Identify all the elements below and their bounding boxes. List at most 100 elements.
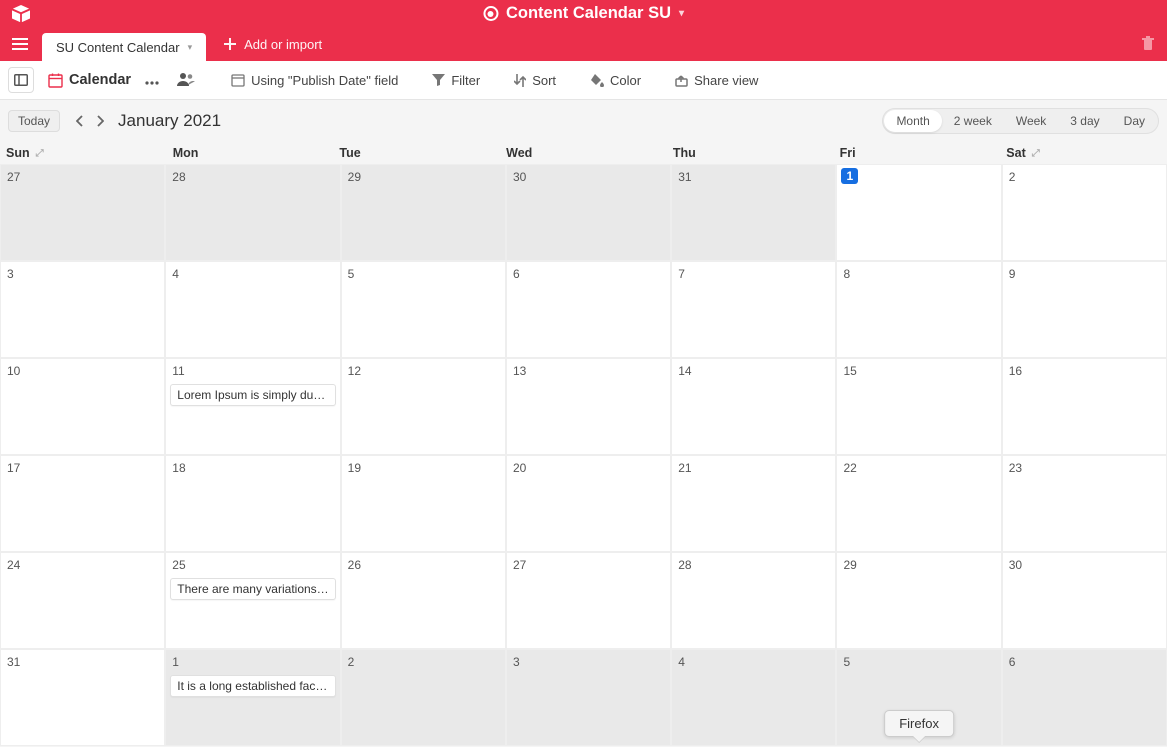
chevron-down-icon: ▾ (188, 42, 193, 53)
calendar-cell[interactable]: 31 (671, 164, 836, 261)
range-3day[interactable]: 3 day (1058, 110, 1111, 132)
calendar-cell[interactable]: 28 (671, 552, 836, 649)
range-2week[interactable]: 2 week (942, 110, 1004, 132)
day-number: 9 (1007, 265, 1018, 283)
calendar-cell[interactable]: 24 (0, 552, 165, 649)
color-label: Color (610, 73, 641, 88)
calendar-cell[interactable]: 21 (671, 455, 836, 552)
table-tab[interactable]: SU Content Calendar ▾ (42, 33, 206, 61)
range-week[interactable]: Week (1004, 110, 1058, 132)
day-number: 15 (841, 362, 858, 380)
filter-icon (432, 74, 445, 86)
calendar-cell[interactable]: 27 (0, 164, 165, 261)
calendar-cell[interactable]: 15 (836, 358, 1001, 455)
day-number: 14 (676, 362, 693, 380)
calendar-cell[interactable]: 13 (506, 358, 671, 455)
calendar-cell[interactable]: 31 (0, 649, 165, 746)
collaborators-icon[interactable] (169, 72, 203, 89)
calendar-icon (48, 73, 63, 88)
toggle-sidebar-button[interactable] (8, 67, 34, 93)
view-name-label: Calendar (69, 72, 131, 88)
calendar-cell[interactable]: 1 (836, 164, 1001, 261)
day-number: 22 (841, 459, 858, 477)
calendar-cell[interactable]: 11Lorem Ipsum is simply du… (165, 358, 340, 455)
calendar-cell[interactable]: 27 (506, 552, 671, 649)
tooltip: Firefox (884, 710, 954, 737)
day-number: 26 (346, 556, 363, 574)
day-header-thu: Thu (667, 142, 834, 164)
range-day[interactable]: Day (1112, 110, 1157, 132)
next-month-button[interactable] (90, 111, 110, 131)
date-field-button[interactable]: Using "Publish Date" field (223, 69, 406, 92)
color-button[interactable]: Color (582, 69, 649, 92)
calendar-cell[interactable]: 8 (836, 261, 1001, 358)
calendar-event[interactable]: There are many variations… (170, 578, 335, 600)
sort-button[interactable]: Sort (506, 69, 564, 92)
day-number: 5 (841, 653, 852, 671)
calendar-cell[interactable]: 28 (165, 164, 340, 261)
app-logo-icon[interactable] (10, 5, 32, 23)
calendar-cell[interactable]: 10 (0, 358, 165, 455)
trash-icon[interactable] (1141, 35, 1155, 53)
calendar-cell[interactable]: 30 (506, 164, 671, 261)
calendar-cell[interactable]: 20 (506, 455, 671, 552)
filter-label: Filter (451, 73, 480, 88)
expand-icon[interactable]: ⤢ (1032, 148, 1040, 159)
calendar-cell[interactable]: 25There are many variations… (165, 552, 340, 649)
day-header-sun: Sun⤢ (0, 142, 167, 164)
day-number: 18 (170, 459, 187, 477)
day-number: 2 (346, 653, 357, 671)
calendar-cell[interactable]: 4 (165, 261, 340, 358)
calendar-cell[interactable]: 22 (836, 455, 1001, 552)
calendar-cell[interactable]: 16 (1002, 358, 1167, 455)
calendar-cell[interactable]: 26 (341, 552, 506, 649)
calendar-cell[interactable]: 23 (1002, 455, 1167, 552)
calendar-cell[interactable]: 18 (165, 455, 340, 552)
calendar-cell[interactable]: 3 (0, 261, 165, 358)
share-view-button[interactable]: Share view (667, 69, 766, 92)
workspace-title[interactable]: Content Calendar SU ▾ (483, 4, 684, 23)
day-number: 29 (346, 168, 363, 186)
calendar-cell[interactable]: 4 (671, 649, 836, 746)
calendar-range-switch: Month 2 week Week 3 day Day (882, 108, 1159, 134)
calendar-cell[interactable]: 29 (341, 164, 506, 261)
calendar-cell[interactable]: 30 (1002, 552, 1167, 649)
calendar-cell[interactable]: 2 (1002, 164, 1167, 261)
view-more-icon[interactable] (139, 73, 165, 88)
day-number: 28 (170, 168, 187, 186)
share-icon (675, 74, 688, 87)
day-number: 19 (346, 459, 363, 477)
calendar-cell[interactable]: 5 (341, 261, 506, 358)
calendar-cell[interactable]: 14 (671, 358, 836, 455)
calendar-event[interactable]: Lorem Ipsum is simply du… (170, 384, 335, 406)
expand-icon[interactable]: ⤢ (36, 148, 44, 159)
calendar-cell[interactable]: 5 Firefox (836, 649, 1001, 746)
workspace-title-text: Content Calendar SU (506, 4, 671, 23)
today-button[interactable]: Today (8, 110, 60, 132)
calendar-cell[interactable]: 17 (0, 455, 165, 552)
calendar-cell[interactable]: 19 (341, 455, 506, 552)
filter-button[interactable]: Filter (424, 69, 488, 92)
calendar-cell[interactable]: 7 (671, 261, 836, 358)
calendar-cell[interactable]: 1It is a long established fac… (165, 649, 340, 746)
day-number: 2 (1007, 168, 1018, 186)
day-number: 6 (511, 265, 522, 283)
day-number: 13 (511, 362, 528, 380)
calendar-cell[interactable]: 6 (506, 261, 671, 358)
day-number: 1 (841, 168, 858, 184)
range-month[interactable]: Month (884, 110, 941, 132)
calendar-cell[interactable]: 2 (341, 649, 506, 746)
calendar-cell[interactable]: 12 (341, 358, 506, 455)
add-or-import-button[interactable]: Add or import (216, 37, 330, 52)
day-header-mon: Mon (167, 142, 334, 164)
sort-icon (514, 74, 526, 87)
view-name-button[interactable]: Calendar (44, 72, 135, 88)
calendar-cell[interactable]: 9 (1002, 261, 1167, 358)
calendar-cell[interactable]: 29 (836, 552, 1001, 649)
calendar-cell[interactable]: 3 (506, 649, 671, 746)
day-number: 12 (346, 362, 363, 380)
menu-icon[interactable] (12, 37, 28, 51)
calendar-event[interactable]: It is a long established fac… (170, 675, 335, 697)
calendar-cell[interactable]: 6 (1002, 649, 1167, 746)
prev-month-button[interactable] (70, 111, 90, 131)
